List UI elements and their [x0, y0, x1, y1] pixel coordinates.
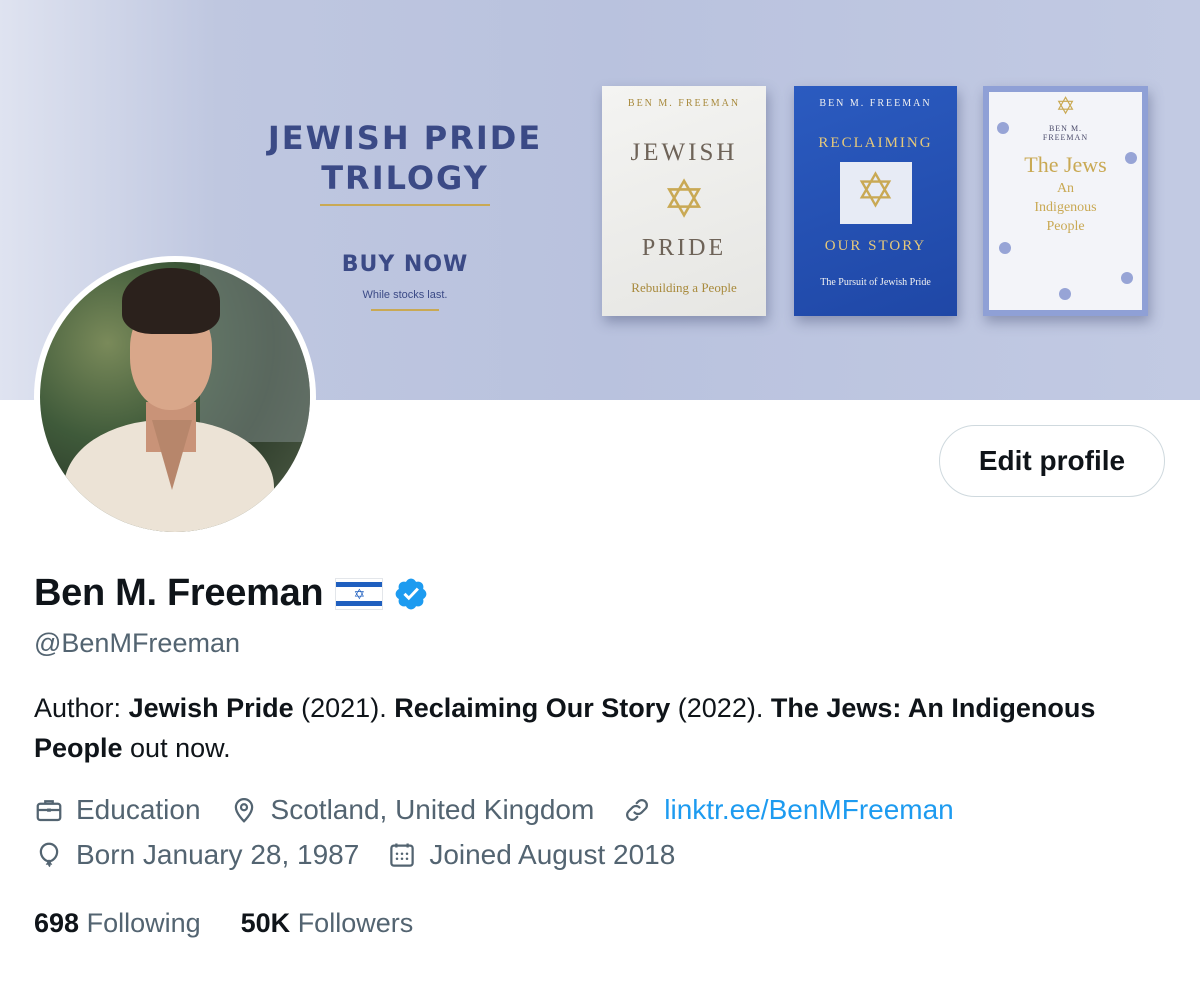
floral-ornament [1059, 288, 1071, 300]
bio-book-2: Reclaiming Our Story [394, 693, 671, 723]
book-title-line1: RECLAIMING [818, 135, 933, 151]
meta-birthday: Born January 28, 1987 [34, 839, 359, 871]
profile-stats: 698 Following 50K Followers [34, 908, 453, 939]
book-title-line2: PRIDE [641, 235, 727, 261]
avatar-hair [122, 268, 220, 334]
bio-prefix: Author: [34, 693, 129, 723]
link-icon [626, 799, 649, 821]
profile-handle: @BenMFreeman [34, 628, 240, 658]
meta-location: Scotland, United Kingdom [229, 794, 595, 826]
book-cover-reclaiming-our-story: BEN M. FREEMAN RECLAIMING ✡ OUR STORY Th… [794, 86, 957, 316]
puzzle-star-icon: ✡ [839, 162, 912, 224]
calendar-icon [390, 843, 415, 867]
verified-badge-icon[interactable] [393, 576, 429, 612]
profile-meta-row-2: Born January 28, 1987 Joined August 2018 [34, 839, 703, 871]
floral-ornament [1121, 272, 1133, 284]
book-title-line1: JEWISH [630, 139, 738, 166]
birthday-label: Born January 28, 1987 [76, 839, 360, 870]
avatar-photo [40, 262, 310, 532]
following-count: 698 [34, 908, 80, 938]
profile-bio: Author: Jewish Pride (2021). Reclaiming … [34, 688, 1154, 768]
book-author: BEN M. FREEMAN [819, 98, 932, 109]
bio-suffix: out now. [122, 733, 231, 763]
star-of-david-icon: ✡ [662, 172, 706, 229]
bio-year-2: (2022). [670, 693, 771, 723]
book-subtitle: Rebuilding a People [631, 280, 737, 295]
book-author: BEN M. FREEMAN [627, 98, 741, 109]
book-cover-the-jews: ✡ BEN M. FREEMAN The Jews An Indigenous … [983, 86, 1148, 316]
promo-title-line2: TRILOGY [321, 159, 489, 197]
balloon-icon [39, 842, 59, 868]
joined-label: Joined August 2018 [429, 839, 676, 870]
floral-ornament [997, 122, 1009, 134]
promo-divider-small [371, 309, 439, 311]
meta-category: Education [34, 794, 201, 826]
book-title-line2: OUR STORY [824, 238, 927, 254]
bio-year-1: (2021). [293, 693, 395, 723]
floral-ornament [999, 242, 1011, 254]
book-author-line2: FREEMAN [1042, 133, 1089, 142]
followers-stat[interactable]: 50K Followers [241, 908, 414, 939]
book-title: The Jews [1024, 152, 1107, 177]
promo-title-line1: JEWISH PRIDE [267, 119, 543, 157]
floral-ornament [1125, 152, 1137, 164]
book-subtitle-line2: Indigenous [1034, 200, 1097, 215]
promo-divider [320, 204, 490, 206]
bio-book-1: Jewish Pride [128, 693, 294, 723]
briefcase-icon [36, 800, 62, 822]
book-subtitle-line3: People [1046, 219, 1085, 234]
book-author-line1: BEN M. [1048, 124, 1083, 133]
location-pin-icon [234, 798, 253, 823]
category-label: Education [76, 794, 201, 825]
israel-flag-icon: ✡ [335, 577, 384, 610]
book-cover-jewish-pride: BEN M. FREEMAN JEWISH ✡ PRIDE Rebuilding… [602, 86, 766, 316]
followers-label: Followers [297, 908, 414, 938]
profile-name-row: Ben M. Freeman ✡ [34, 572, 429, 615]
meta-joined: Joined August 2018 [387, 839, 675, 871]
location-label: Scotland, United Kingdom [270, 794, 595, 825]
star-of-david-icon: ✡ [1055, 94, 1076, 120]
profile-website-link[interactable]: linktr.ee/BenMFreeman [664, 794, 953, 826]
following-stat[interactable]: 698 Following [34, 908, 201, 939]
profile-display-name: Ben M. Freeman [34, 572, 324, 614]
profile-avatar[interactable] [34, 256, 316, 538]
edit-profile-button[interactable]: Edit profile [939, 425, 1165, 497]
followers-count: 50K [240, 908, 291, 938]
book-subtitle: The Pursuit of Jewish Pride [820, 277, 931, 288]
meta-link: linktr.ee/BenMFreeman [622, 794, 954, 826]
following-label: Following [86, 908, 201, 938]
book-subtitle-line1: An [1056, 181, 1075, 196]
profile-meta-row-1: Education Scotland, United Kingdom linkt… [34, 794, 982, 826]
